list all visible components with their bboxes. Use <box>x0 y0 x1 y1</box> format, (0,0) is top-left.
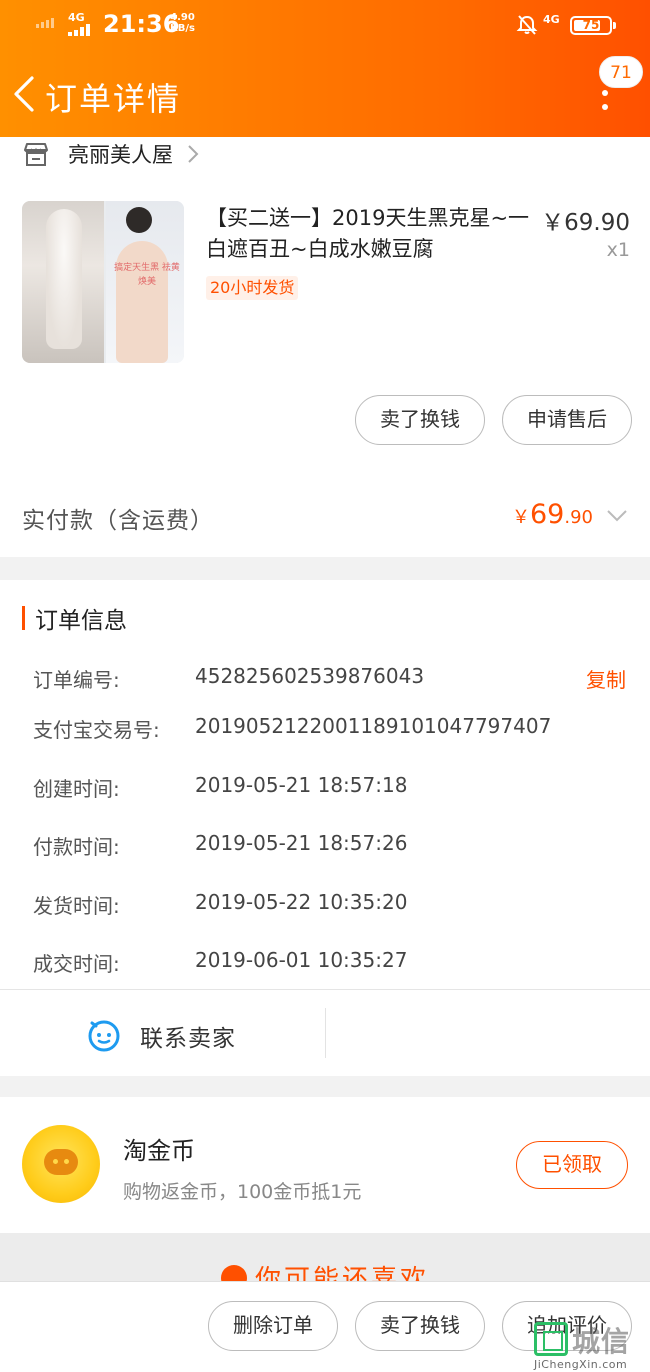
network-speed: 4.90 KB/s <box>170 12 195 34</box>
contact-seller-row: 联系卖家 <box>0 990 650 1076</box>
created-time-label: 创建时间: <box>33 777 120 801</box>
chevron-right-icon <box>188 145 199 163</box>
completed-time-value: 2019-06-01 10:35:27 <box>195 948 408 972</box>
gold-coin-icon <box>22 1125 100 1203</box>
alipay-trade-label: 支付宝交易号: <box>33 718 160 742</box>
sell-for-cash-button[interactable]: 卖了换钱 <box>355 395 485 445</box>
shipped-time-value: 2019-05-22 10:35:20 <box>195 890 408 914</box>
status-bar: 4G 21:36 4.90 KB/s 4G 75 <box>0 0 650 50</box>
alipay-trade-value: 2019052122001189101047797407 <box>195 714 552 738</box>
sell-for-cash-bottom-button[interactable]: 卖了换钱 <box>355 1301 485 1351</box>
coins-description: 购物返金币，100金币抵1元 <box>123 1181 362 1203</box>
contact-seller-button[interactable]: 联系卖家 <box>140 1019 236 1053</box>
message-count-badge[interactable]: 71 <box>599 56 643 88</box>
order-number-label: 订单编号: <box>33 668 120 692</box>
vertical-divider <box>325 1008 326 1058</box>
heart-icon <box>220 1265 247 1281</box>
more-menu-button[interactable] <box>590 82 620 122</box>
order-info-title: 订单信息 <box>22 604 127 634</box>
shop-icon <box>24 143 48 166</box>
clock: 21:36 <box>103 10 180 38</box>
delete-order-button[interactable]: 删除订单 <box>208 1301 338 1351</box>
paid-time-label: 付款时间: <box>33 835 120 859</box>
network-label-right: 4G <box>543 13 560 26</box>
watermark-box-icon <box>534 1322 568 1356</box>
shop-name: 亮丽美人屋 <box>68 143 173 167</box>
recommend-title: 你可能还喜欢 <box>0 1259 650 1281</box>
product-card: 亮丽美人屋 搞定天生黑 祛黄 焕美 【买二送一】2019天生黑克星~一白遮百丑~… <box>0 137 650 557</box>
page-title: 订单详情 <box>45 80 182 118</box>
recommend-section: 你可能还喜欢 <box>0 1233 650 1281</box>
paid-time-value: 2019-05-21 18:57:26 <box>195 831 408 855</box>
payment-amount-decimal: .90 <box>564 507 593 528</box>
chat-bubble-icon[interactable] <box>86 1017 122 1053</box>
network-label: 4G <box>68 11 85 24</box>
product-price: ￥69.90 <box>541 210 630 236</box>
completed-time-label: 成交时间: <box>33 952 120 976</box>
shop-row[interactable]: 亮丽美人屋 <box>22 139 199 169</box>
header: 4G 21:36 4.90 KB/s 4G 75 订单详情 71 <box>0 0 650 137</box>
chevron-down-icon[interactable] <box>606 509 628 523</box>
watermark-logo: 城信 JiChengXin.com <box>530 1318 650 1372</box>
copy-button[interactable]: 复制 <box>586 664 626 693</box>
product-image[interactable]: 搞定天生黑 祛黄 焕美 <box>22 201 184 363</box>
signal-bars-icon <box>68 24 90 36</box>
payment-amount-main: 69 <box>530 499 565 530</box>
taojinbi-card: 淘金币 购物返金币，100金币抵1元 已领取 <box>0 1097 650 1233</box>
product-quantity: x1 <box>606 239 630 261</box>
shipping-tag: 20小时发货 <box>206 276 299 300</box>
order-number-value: 452825602539876043 <box>195 664 425 688</box>
product-image-promo-text: 搞定天生黑 祛黄 焕美 <box>114 263 180 287</box>
signal-icon <box>36 18 54 28</box>
watermark-text: 城信 <box>572 1325 631 1358</box>
product-title[interactable]: 【买二送一】2019天生黑克星~一白遮百丑~白成水嫩豆腐 <box>206 203 536 265</box>
back-button[interactable] <box>8 72 40 116</box>
battery-icon: 75 <box>570 16 616 35</box>
apply-aftersale-button[interactable]: 申请售后 <box>502 395 632 445</box>
order-info-card: 订单信息 订单编号: 452825602539876043 复制 支付宝交易号:… <box>0 580 650 1076</box>
bell-muted-icon <box>516 15 538 35</box>
shipped-time-label: 发货时间: <box>33 894 120 918</box>
payment-label: 实付款（含运费） <box>22 508 214 534</box>
payment-amount[interactable]: ￥69.90 <box>512 499 593 530</box>
watermark-sub: JiChengXin.com <box>534 1358 628 1371</box>
payment-currency: ￥ <box>512 507 530 528</box>
coins-title: 淘金币 <box>123 1137 195 1165</box>
created-time-value: 2019-05-21 18:57:18 <box>195 773 408 797</box>
claimed-button[interactable]: 已领取 <box>516 1141 628 1189</box>
back-arrow-icon <box>14 76 34 112</box>
